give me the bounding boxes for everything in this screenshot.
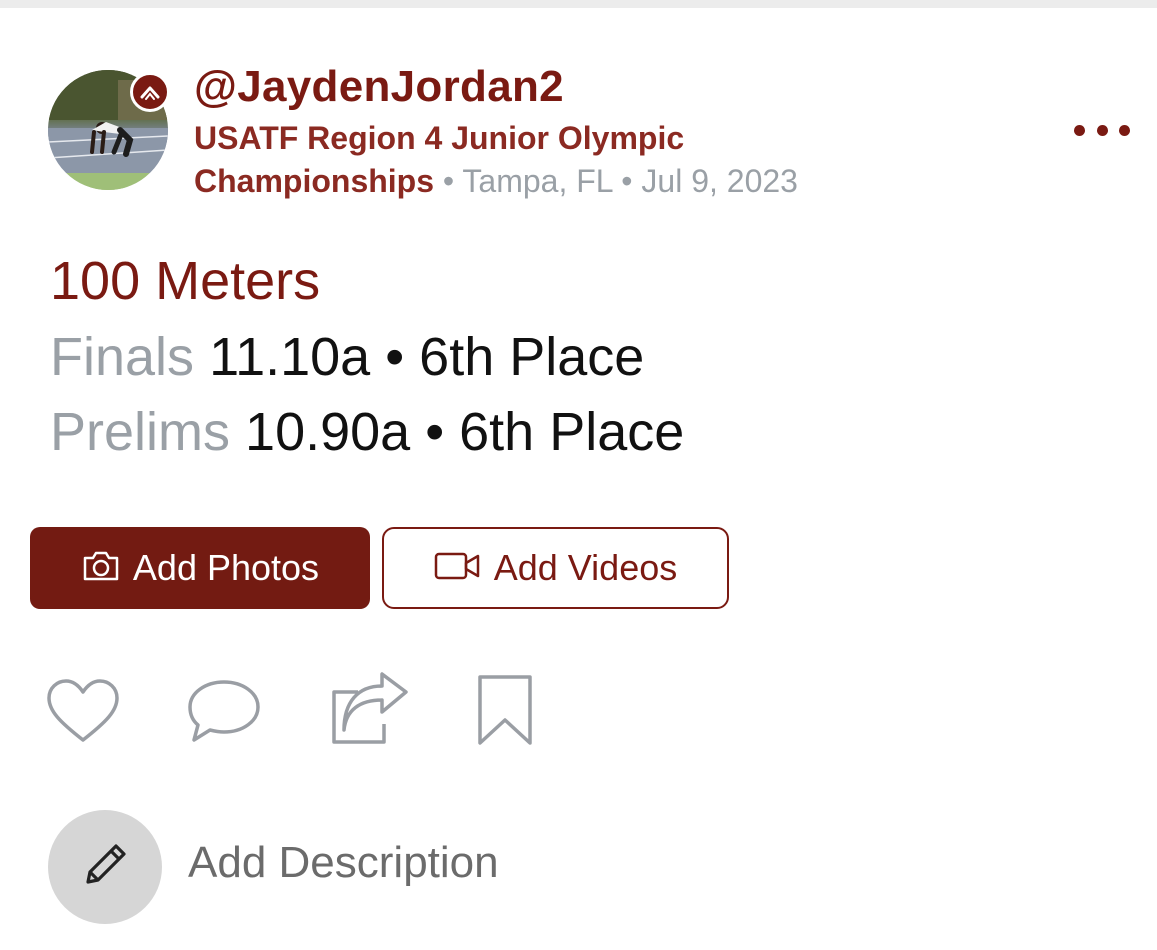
heart-icon[interactable] (46, 678, 120, 749)
round-label: Prelims (50, 402, 231, 462)
video-camera-icon (434, 551, 480, 586)
chevron-up-icon (130, 72, 170, 112)
meet-location: Tampa, FL (462, 163, 613, 199)
result-row-prelims: Prelims 10.90a • 6th Place (50, 401, 684, 463)
result-place: 6th Place (459, 402, 685, 462)
meet-date: Jul 9, 2023 (641, 163, 798, 199)
camera-icon (81, 550, 121, 587)
meet-meta-line: Championships • Tampa, FL • Jul 9, 2023 (194, 163, 798, 200)
meta-separator: • (621, 163, 633, 199)
event-title: 100 Meters (50, 251, 321, 311)
add-description-button[interactable] (48, 810, 162, 924)
add-videos-button[interactable]: Add Videos (382, 527, 729, 609)
more-dots-icon[interactable] (1074, 116, 1130, 144)
result-separator: • (385, 327, 405, 387)
avatar[interactable] (48, 70, 170, 190)
add-photos-button[interactable]: Add Photos (30, 527, 370, 609)
add-photos-label: Add Photos (132, 547, 320, 588)
meet-name-link-continued[interactable]: Championships (194, 163, 434, 199)
username-link[interactable]: @JaydenJordan2 (194, 62, 564, 112)
pencil-icon (78, 838, 132, 897)
comment-icon[interactable] (186, 678, 262, 749)
result-place: 6th Place (419, 327, 645, 387)
result-time: 10.90a (245, 402, 411, 462)
meta-separator: • (442, 163, 455, 199)
meet-name-link[interactable]: USATF Region 4 Junior Olympic (194, 120, 684, 157)
result-row-finals: Finals 11.10a • 6th Place (50, 326, 644, 388)
top-divider (0, 0, 1157, 8)
round-label: Finals (50, 327, 195, 387)
add-description-label[interactable]: Add Description (188, 838, 499, 888)
result-separator: • (425, 402, 445, 462)
result-time: 11.10a (209, 327, 371, 387)
add-videos-label: Add Videos (493, 547, 678, 588)
share-icon[interactable] (328, 672, 410, 751)
bookmark-icon[interactable] (476, 674, 534, 751)
